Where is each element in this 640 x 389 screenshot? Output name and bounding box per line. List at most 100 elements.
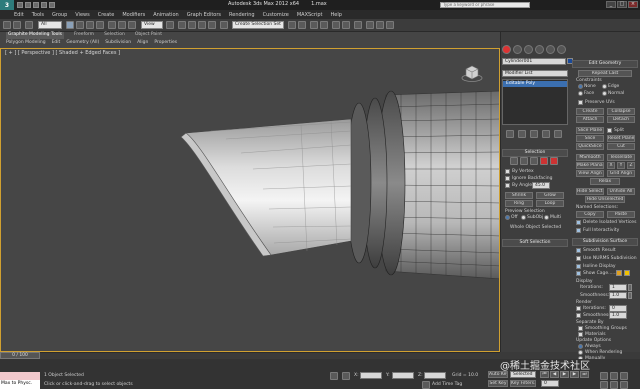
- y-coordinate-field[interactable]: [392, 372, 414, 379]
- ignore-backfacing-checkbox[interactable]: [505, 176, 510, 181]
- preserve-uvs-checkbox[interactable]: [578, 100, 583, 105]
- add-time-tag-icon[interactable]: [422, 381, 430, 389]
- render-smoothness-input[interactable]: 1.0: [609, 312, 627, 319]
- close-button[interactable]: ×: [628, 1, 638, 8]
- tab-graphite-modeling-tools[interactable]: Graphite Modeling Tools: [6, 32, 65, 39]
- menu-animation[interactable]: Animation: [153, 12, 179, 18]
- named-selection-dropdown[interactable]: Create Selection Set: [232, 21, 284, 29]
- minimize-button[interactable]: _: [606, 1, 616, 8]
- panel-edit[interactable]: Edit: [52, 40, 61, 47]
- make-planar-button[interactable]: Make Planar: [576, 162, 604, 169]
- reference-coordinate-dropdown[interactable]: View: [141, 21, 163, 29]
- repeat-last-button[interactable]: Repeat Last: [578, 70, 632, 77]
- move-icon[interactable]: [108, 21, 116, 29]
- quickslice-button[interactable]: QuickSlice: [576, 143, 604, 150]
- panel-geometry[interactable]: Geometry (All): [66, 40, 99, 47]
- rotate-icon[interactable]: [118, 21, 126, 29]
- render-setup-icon[interactable]: [366, 21, 374, 29]
- smoothness-spinner[interactable]: [628, 292, 632, 299]
- edit-named-selection-icon[interactable]: [220, 21, 228, 29]
- make-unique-icon[interactable]: [530, 130, 538, 138]
- set-key-button[interactable]: Set Key: [488, 380, 508, 387]
- utilities-tab-icon[interactable]: [557, 45, 566, 54]
- split-checkbox[interactable]: [607, 128, 612, 133]
- shrink-button[interactable]: Shrink: [505, 192, 533, 199]
- cylinder-mesh[interactable]: [1, 49, 500, 352]
- selection-filter-dropdown[interactable]: All: [38, 21, 62, 29]
- maximize-button[interactable]: □: [617, 1, 627, 8]
- stack-item-editable-poly[interactable]: Editable Poly: [503, 81, 567, 87]
- loop-button[interactable]: Loop: [536, 200, 564, 207]
- element-mode-icon[interactable]: [550, 157, 558, 165]
- absolute-mode-icon[interactable]: [342, 372, 350, 380]
- x-coordinate-field[interactable]: [360, 372, 382, 379]
- preview-off-radio[interactable]: [505, 215, 510, 220]
- percent-snap-icon[interactable]: [198, 21, 206, 29]
- window-crossing-icon[interactable]: [96, 21, 104, 29]
- reset-plane-button[interactable]: Reset Plane: [607, 135, 635, 142]
- tab-object-paint[interactable]: Object Paint: [135, 32, 162, 39]
- render-iterations-checkbox[interactable]: [576, 306, 581, 311]
- menu-views[interactable]: Views: [75, 12, 89, 18]
- angle-snap-icon[interactable]: [188, 21, 196, 29]
- cut-button[interactable]: Cut: [607, 143, 635, 150]
- polygon-mode-icon[interactable]: [540, 157, 548, 165]
- menu-rendering[interactable]: Rendering: [229, 12, 255, 18]
- scale-icon[interactable]: [128, 21, 136, 29]
- update-always-radio[interactable]: [578, 344, 583, 349]
- motion-tab-icon[interactable]: [535, 45, 544, 54]
- rendered-frame-icon[interactable]: [376, 21, 384, 29]
- border-mode-icon[interactable]: [530, 157, 538, 165]
- by-angle-checkbox[interactable]: [505, 183, 510, 188]
- panel-properties[interactable]: Properties: [154, 40, 177, 47]
- hierarchy-tab-icon[interactable]: [524, 45, 533, 54]
- by-angle-input[interactable]: 45.0: [532, 182, 550, 189]
- material-editor-icon[interactable]: [354, 21, 362, 29]
- select-object-icon[interactable]: [66, 21, 74, 29]
- soft-selection-rollout-header[interactable]: Soft Selection: [502, 239, 568, 247]
- constraint-face-radio[interactable]: [578, 91, 583, 96]
- pan-icon[interactable]: [610, 381, 618, 389]
- panel-polygon-modeling[interactable]: Polygon Modeling: [6, 40, 46, 47]
- z-coordinate-field[interactable]: [424, 372, 446, 379]
- constraint-none-radio[interactable]: [578, 84, 583, 89]
- preview-subobj-radio[interactable]: [521, 215, 526, 220]
- zoom-icon[interactable]: [600, 372, 608, 380]
- field-of-view-icon[interactable]: [600, 381, 608, 389]
- perspective-viewport[interactable]: [ + ] [ Perspective ] [ Shaded + Edged F…: [0, 48, 500, 352]
- planar-x-button[interactable]: X: [607, 162, 615, 169]
- full-interactivity-checkbox[interactable]: [576, 228, 581, 233]
- iterations-input[interactable]: 1: [609, 284, 627, 291]
- menu-maxscript[interactable]: MAXScript: [297, 12, 323, 18]
- redo-icon[interactable]: [49, 2, 55, 8]
- smoothness-input[interactable]: 1.0: [609, 292, 627, 299]
- auto-key-button[interactable]: Auto Key: [488, 371, 508, 378]
- configure-modifier-sets-icon[interactable]: [554, 130, 562, 138]
- spinner-snap-icon[interactable]: [208, 21, 216, 29]
- menu-edit[interactable]: Edit: [14, 12, 24, 18]
- subdivision-surface-rollout-header[interactable]: Subdivision Surface: [572, 238, 638, 246]
- render-iterations-input[interactable]: 0: [609, 305, 627, 312]
- orbit-icon[interactable]: [620, 381, 628, 389]
- layer-manager-icon[interactable]: [310, 21, 318, 29]
- collapse-button[interactable]: Collapse: [607, 108, 635, 115]
- msmooth-button[interactable]: MSmooth: [576, 154, 604, 161]
- app-logo-icon[interactable]: 3: [0, 0, 14, 10]
- copy-button[interactable]: Copy: [576, 211, 604, 218]
- panel-align[interactable]: Align: [137, 40, 148, 47]
- menu-modifiers[interactable]: Modifiers: [122, 12, 145, 18]
- rectangular-selection-icon[interactable]: [86, 21, 94, 29]
- smooth-result-checkbox[interactable]: [576, 248, 581, 253]
- tab-selection[interactable]: Selection: [104, 32, 125, 39]
- slice-button[interactable]: Slice: [576, 135, 604, 142]
- materials-checkbox[interactable]: [578, 332, 583, 337]
- detach-button[interactable]: Detach: [607, 116, 635, 123]
- pin-stack-icon[interactable]: [506, 130, 514, 138]
- go-to-end-icon[interactable]: ⏭: [580, 371, 589, 378]
- previous-frame-icon[interactable]: ◀: [550, 371, 559, 378]
- grow-button[interactable]: Grow: [536, 192, 564, 199]
- render-icon[interactable]: [386, 21, 394, 29]
- create-button[interactable]: Create: [576, 108, 604, 115]
- cage-color-swatch-1[interactable]: [616, 270, 622, 276]
- selection-lock-icon[interactable]: [330, 372, 338, 380]
